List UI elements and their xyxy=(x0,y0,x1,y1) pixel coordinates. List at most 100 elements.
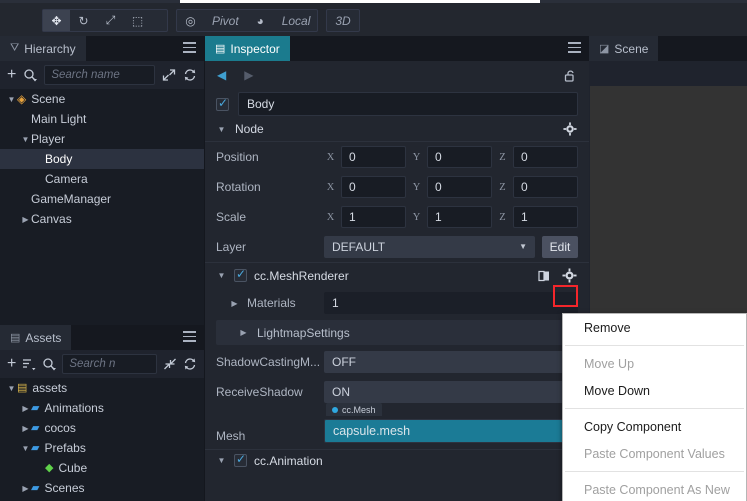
hierarchy-menu-icon[interactable] xyxy=(183,42,196,53)
scale-z-input[interactable]: 1 xyxy=(513,206,578,228)
rect-tool-button[interactable]: ⬚ xyxy=(124,10,151,31)
receive-shadow-dropdown[interactable]: ON ▼ xyxy=(324,381,578,403)
node-enabled-checkbox[interactable] xyxy=(216,96,229,111)
component-gear-icon[interactable] xyxy=(562,268,577,288)
shadow-casting-dropdown[interactable]: OFF ▼ xyxy=(324,351,578,373)
refresh-icon[interactable] xyxy=(183,68,197,82)
chevron-right-icon[interactable]: ▶ xyxy=(20,484,31,493)
materials-chevron-right-icon[interactable]: ▶ xyxy=(229,299,240,308)
menu-item-remove[interactable]: Remove xyxy=(563,314,746,341)
chevron-down-icon[interactable]: ▼ xyxy=(20,444,31,453)
animation-chevron-down-icon[interactable]: ▼ xyxy=(216,456,227,465)
chevron-down-icon[interactable]: ▼ xyxy=(20,135,31,144)
materials-count-field[interactable]: 1 xyxy=(324,292,578,314)
asset-node-cocos[interactable]: ▶ ▰ cocos xyxy=(0,418,204,438)
hierarchy-node-player[interactable]: ▼ Player xyxy=(0,129,204,149)
menu-item-move-up: Move Up xyxy=(584,356,635,371)
layer-edit-label: Edit xyxy=(549,240,571,254)
rotation-y-input[interactable]: 0 xyxy=(427,176,492,198)
tab-scene[interactable]: ◪ Scene xyxy=(589,36,659,61)
assets-search-input[interactable]: Search n xyxy=(62,354,157,374)
position-z-input[interactable]: 0 xyxy=(513,146,578,168)
nav-back-icon[interactable]: ◀ xyxy=(217,68,226,82)
hierarchy-search-input[interactable]: Search name xyxy=(44,65,155,85)
node-name-input[interactable]: Body xyxy=(238,92,578,116)
component-enabled-checkbox[interactable] xyxy=(234,267,247,282)
assets-menu-icon[interactable] xyxy=(183,331,196,342)
dimension-toggle[interactable]: 3D xyxy=(326,9,360,32)
chevron-down-icon[interactable]: ▼ xyxy=(6,384,17,393)
unlock-icon[interactable] xyxy=(564,69,577,88)
mesh-asset-field[interactable]: capsule.mesh xyxy=(324,419,578,443)
inspector-navbar: ◀ ▶ xyxy=(205,61,589,89)
assets-search-placeholder: Search n xyxy=(69,358,116,370)
position-y-input[interactable]: 0 xyxy=(427,146,492,168)
hierarchy-node-label: Main Light xyxy=(31,112,87,126)
hierarchy-node-gamemanager[interactable]: GameManager xyxy=(0,189,204,209)
search-filter-icon[interactable] xyxy=(23,68,38,82)
book-icon[interactable] xyxy=(538,269,551,287)
node-gear-icon[interactable] xyxy=(563,122,577,141)
asset-node-cube[interactable]: ◆ Cube xyxy=(0,458,204,478)
position-x-input[interactable]: 0 xyxy=(341,146,406,168)
rotation-z-input[interactable]: 0 xyxy=(513,176,578,198)
asset-node-scenes[interactable]: ▶ ▰ Scenes xyxy=(0,478,204,498)
node-section-chevron-down-icon[interactable]: ▼ xyxy=(216,125,227,134)
assets-refresh-icon[interactable] xyxy=(183,357,197,371)
animation-component-name: cc.Animation xyxy=(254,453,323,468)
chevron-right-icon[interactable]: ▶ xyxy=(20,424,31,433)
hierarchy-node-main-light[interactable]: Main Light xyxy=(0,109,204,129)
rotate-tool-button[interactable]: ↻ xyxy=(70,10,97,31)
hierarchy-node-body[interactable]: Body xyxy=(0,149,204,169)
add-node-button[interactable]: + xyxy=(7,66,16,84)
animation-enabled-checkbox[interactable] xyxy=(234,452,247,467)
hierarchy-node-scene[interactable]: ▼ ◈ Scene xyxy=(0,89,204,109)
mesh-label: Mesh xyxy=(216,429,246,443)
tab-scene-label: Scene xyxy=(614,41,649,56)
chevron-down-icon: ▼ xyxy=(519,242,527,251)
layer-dropdown[interactable]: DEFAULT ▼ xyxy=(324,236,535,258)
materials-label-wrap[interactable]: ▶ Materials xyxy=(216,296,324,310)
move-tool-button[interactable]: ✥ xyxy=(43,10,70,31)
value: 0 xyxy=(521,180,528,194)
node-section-header[interactable]: ▼ Node xyxy=(205,117,589,142)
tab-assets[interactable]: ▤ Assets xyxy=(0,325,72,350)
coordinate-label[interactable]: Local xyxy=(274,14,319,28)
scale-y-input[interactable]: 1 xyxy=(427,206,492,228)
chevron-down-icon[interactable]: ▼ xyxy=(6,95,17,104)
pivot-icon[interactable]: ◎ xyxy=(177,10,204,31)
menu-separator xyxy=(565,408,744,409)
component-chevron-down-icon[interactable]: ▼ xyxy=(216,271,227,280)
hierarchy-node-label: Canvas xyxy=(31,212,72,226)
menu-item-move-down[interactable]: Move Down xyxy=(563,377,746,404)
nav-forward-icon[interactable]: ▶ xyxy=(244,68,253,82)
position-label: Position xyxy=(216,150,259,164)
assets-search-filter-icon[interactable] xyxy=(42,357,57,371)
chevron-right-icon[interactable]: ▶ xyxy=(20,215,31,224)
tab-inspector[interactable]: ▤ Inspector xyxy=(205,36,290,61)
axis-y-label: Y xyxy=(412,211,421,223)
lightmap-settings-row[interactable]: ▶ LightmapSettings xyxy=(216,320,578,345)
hierarchy-node-canvas[interactable]: ▶ Canvas xyxy=(0,209,204,229)
add-asset-button[interactable]: + xyxy=(7,355,16,373)
materials-count-value: 1 xyxy=(332,296,339,310)
hierarchy-node-camera[interactable]: Camera xyxy=(0,169,204,189)
rotation-x-input[interactable]: 0 xyxy=(341,176,406,198)
scale-tool-button[interactable]: ⤢ xyxy=(97,10,124,31)
asset-node-animations[interactable]: ▶ ▰ Animations xyxy=(0,398,204,418)
expand-icon[interactable] xyxy=(162,68,176,82)
asset-node-assets[interactable]: ▼ ▤ assets xyxy=(0,378,204,398)
sort-icon[interactable] xyxy=(22,357,36,371)
inspector-menu-icon[interactable] xyxy=(568,42,581,53)
lightmap-chevron-right-icon[interactable]: ▶ xyxy=(238,328,249,337)
coordinate-icon[interactable]: ◕ xyxy=(247,10,274,31)
collapse-icon[interactable] xyxy=(163,357,177,371)
asset-node-prefabs[interactable]: ▼ ▰ Prefabs xyxy=(0,438,204,458)
chevron-right-icon[interactable]: ▶ xyxy=(20,404,31,413)
menu-item-copy-component[interactable]: Copy Component xyxy=(563,413,746,440)
scale-axes: X 1 Y 1 Z 1 xyxy=(324,206,578,228)
layer-edit-button[interactable]: Edit xyxy=(542,236,578,258)
scale-x-input[interactable]: 1 xyxy=(341,206,406,228)
tab-hierarchy[interactable]: ⛛ Hierarchy xyxy=(0,36,86,61)
pivot-label[interactable]: Pivot xyxy=(204,14,247,28)
